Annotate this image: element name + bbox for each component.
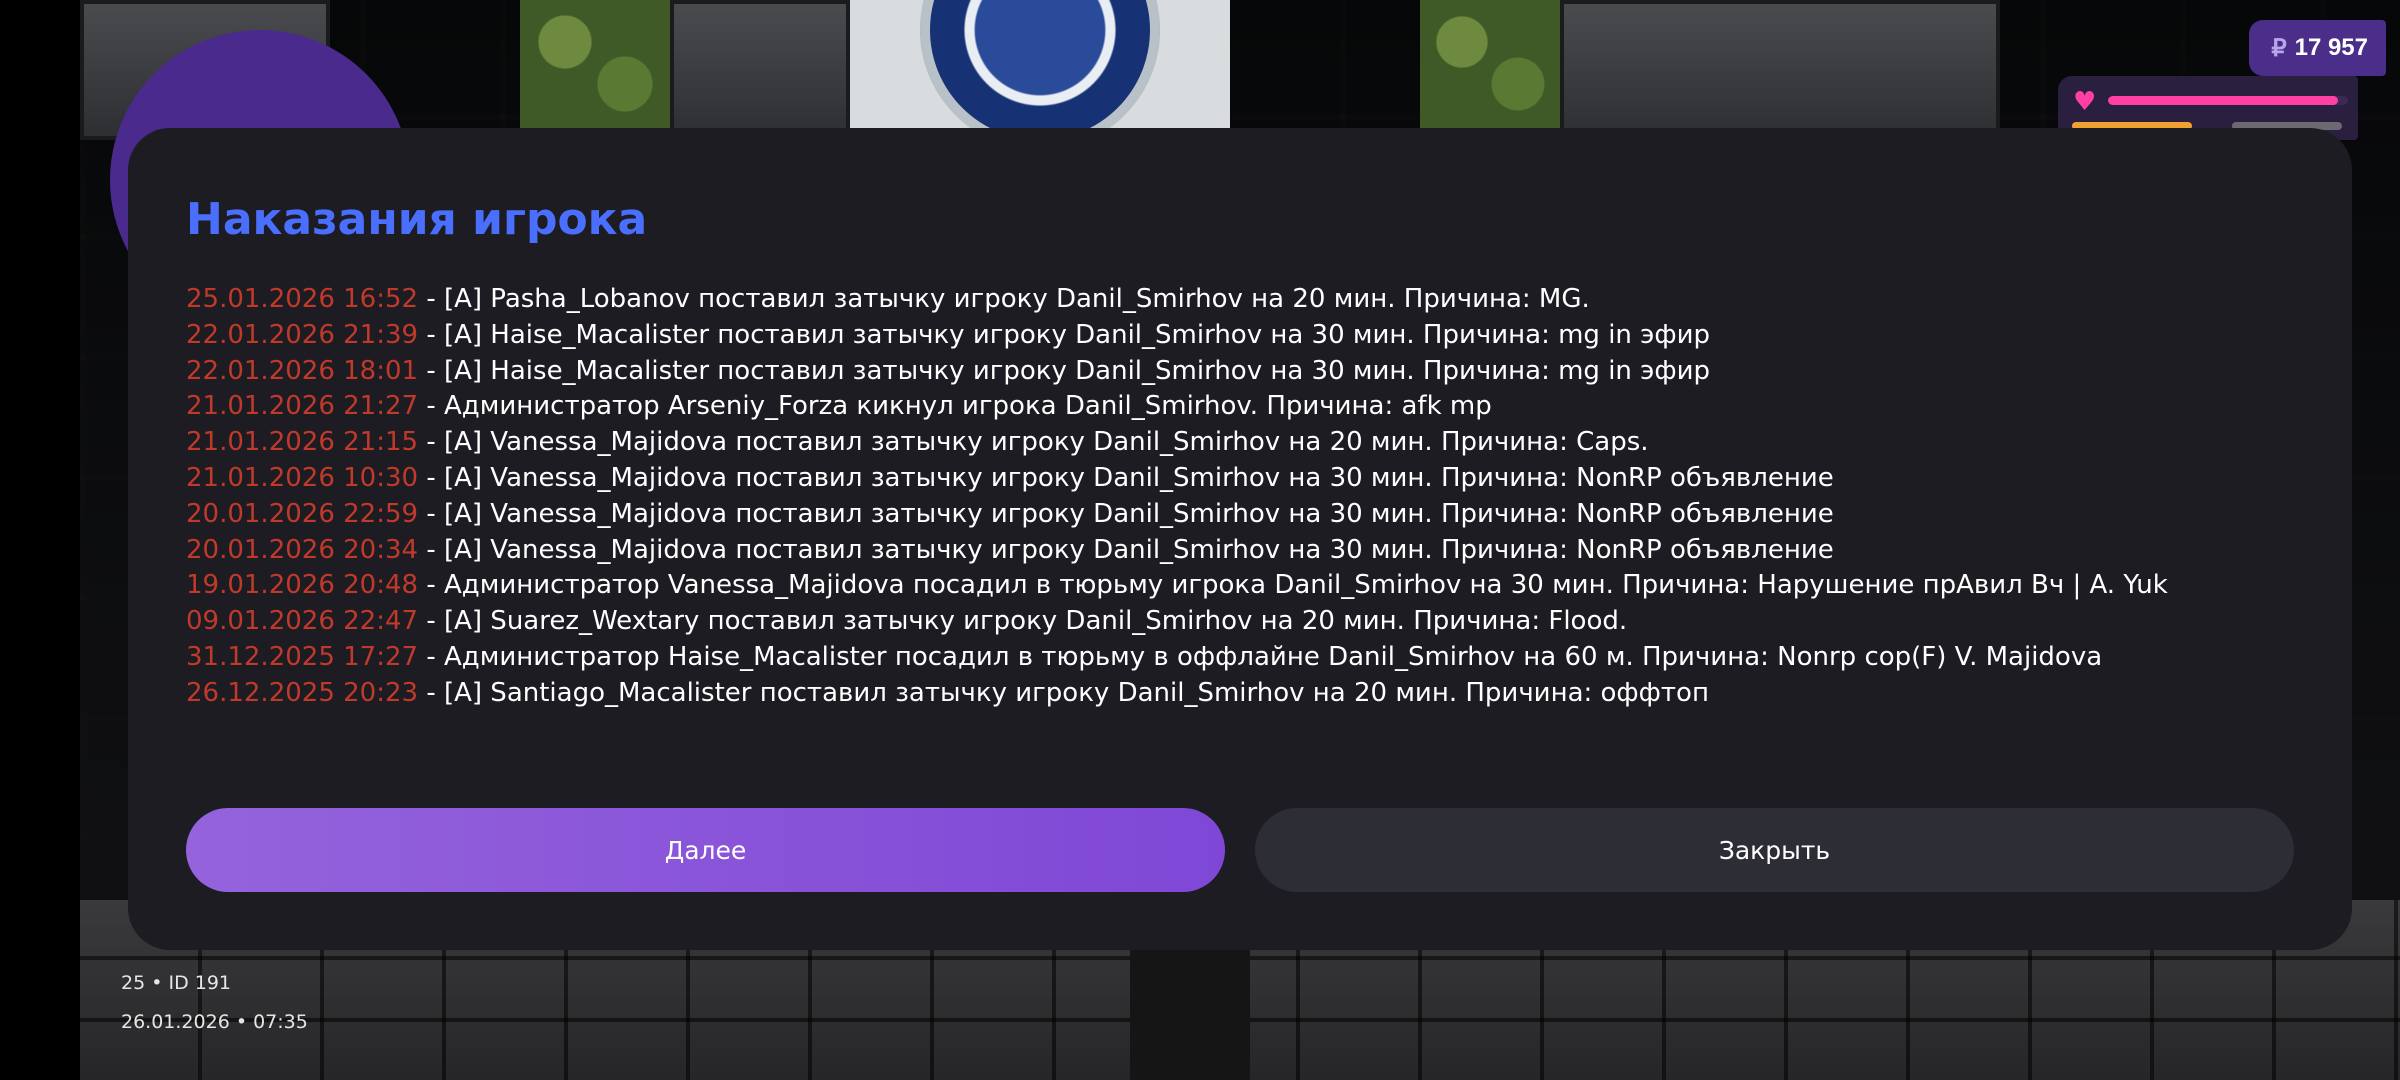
- wall-window: [1560, 0, 2000, 140]
- log-entry-text: - [A] Haise_Macalister поставил затычку …: [418, 355, 1711, 386]
- log-entry: 26.12.2025 20:23 - [A] Santiago_Macalist…: [186, 676, 2296, 712]
- log-entry-text: - [A] Haise_Macalister поставил затычку …: [418, 319, 1711, 350]
- log-entry-text: - [A] Vanessa_Majidova поставил затычку …: [418, 462, 1834, 493]
- log-entry-text: - Администратор Vanessa_Majidova посадил…: [418, 570, 2168, 601]
- server-datetime: 26.01.2026 • 07:35: [121, 1011, 308, 1033]
- log-entry: 22.01.2026 21:39 - [A] Haise_Macalister …: [186, 318, 2296, 354]
- log-entry: 21.01.2026 21:15 - [A] Vanessa_Majidova …: [186, 425, 2296, 461]
- log-entry-date: 20.01.2026 22:59: [186, 498, 419, 529]
- log-entry: 21.01.2026 21:27 - Администратор Arseniy…: [186, 389, 2296, 425]
- log-entry-text: - [A] Santiago_Macalister поставил затыч…: [418, 677, 1709, 708]
- log-entry-date: 19.01.2026 20:48: [186, 570, 419, 601]
- log-entry-date: 22.01.2026 18:01: [186, 355, 419, 386]
- log-entry-text: - [A] Vanessa_Majidova поставил затычку …: [418, 534, 1834, 565]
- log-entry: 25.01.2026 16:52 - [A] Pasha_Lobanov пос…: [186, 282, 2296, 318]
- game-screen: ₽ 17 957 ♥ Наказания игрока 25.01.2026 1…: [0, 0, 2400, 1080]
- ruble-icon: ₽: [2271, 34, 2287, 62]
- log-entry: 21.01.2026 10:30 - [A] Vanessa_Majidova …: [186, 461, 2296, 497]
- money-display: ₽ 17 957: [2249, 20, 2386, 76]
- log-entry-date: 21.01.2026 21:27: [186, 391, 419, 422]
- dialog-title: Наказания игрока: [186, 194, 648, 245]
- log-entry: 20.01.2026 22:59 - [A] Vanessa_Majidova …: [186, 497, 2296, 533]
- log-entry-text: - [A] Suarez_Wextary поставил затычку иг…: [418, 606, 1628, 637]
- log-entry: 22.01.2026 18:01 - [A] Haise_Macalister …: [186, 354, 2296, 390]
- log-entry: 09.01.2026 22:47 - [A] Suarez_Wextary по…: [186, 604, 2296, 640]
- log-entry-date: 25.01.2026 16:52: [186, 284, 419, 314]
- heart-icon: ♥: [2073, 87, 2097, 117]
- wall-window: [670, 0, 850, 140]
- log-entry-text: - Администратор Haise_Macalister посадил…: [418, 641, 2103, 672]
- health-bar-fill: [2108, 96, 2339, 105]
- log-entry: 19.01.2026 20:48 - Администратор Vanessa…: [186, 568, 2296, 604]
- moss-wall: [1420, 0, 1560, 140]
- log-entry-text: - [A] Vanessa_Majidova поставил затычку …: [418, 498, 1834, 529]
- log-entry-date: 21.01.2026 10:30: [186, 462, 419, 493]
- log-entry-text: - Администратор Arseniy_Forza кикнул игр…: [418, 391, 1492, 422]
- moss-wall: [520, 0, 670, 140]
- punishment-log: 25.01.2026 16:52 - [A] Pasha_Lobanov пос…: [186, 282, 2296, 712]
- log-entry-date: 31.12.2025 17:27: [186, 641, 419, 672]
- log-entry-text: - [A] Vanessa_Majidova поставил затычку …: [418, 427, 1649, 458]
- screen-edge: [0, 0, 80, 1080]
- next-button[interactable]: Далее: [186, 808, 1225, 892]
- money-amount: 17 957: [2294, 34, 2368, 61]
- log-entry-date: 09.01.2026 22:47: [186, 606, 419, 637]
- log-entry: 20.01.2026 20:34 - [A] Vanessa_Majidova …: [186, 533, 2296, 569]
- log-entry-date: 21.01.2026 21:15: [186, 427, 419, 458]
- log-entry-text: - [A] Pasha_Lobanov поставил затычку игр…: [418, 284, 1590, 314]
- close-button[interactable]: Закрыть: [1255, 808, 2294, 892]
- log-entry-date: 22.01.2026 21:39: [186, 319, 419, 350]
- log-entry: 31.12.2025 17:27 - Администратор Haise_M…: [186, 640, 2296, 676]
- health-bar: [2108, 96, 2348, 105]
- punishments-dialog: Наказания игрока 25.01.2026 16:52 - [A] …: [128, 128, 2352, 950]
- log-entry-date: 26.12.2025 20:23: [186, 677, 419, 708]
- dialog-buttons: Далее Закрыть: [186, 808, 2294, 892]
- player-id-info: 25 • ID 191: [121, 972, 232, 994]
- log-entry-date: 20.01.2026 20:34: [186, 534, 419, 565]
